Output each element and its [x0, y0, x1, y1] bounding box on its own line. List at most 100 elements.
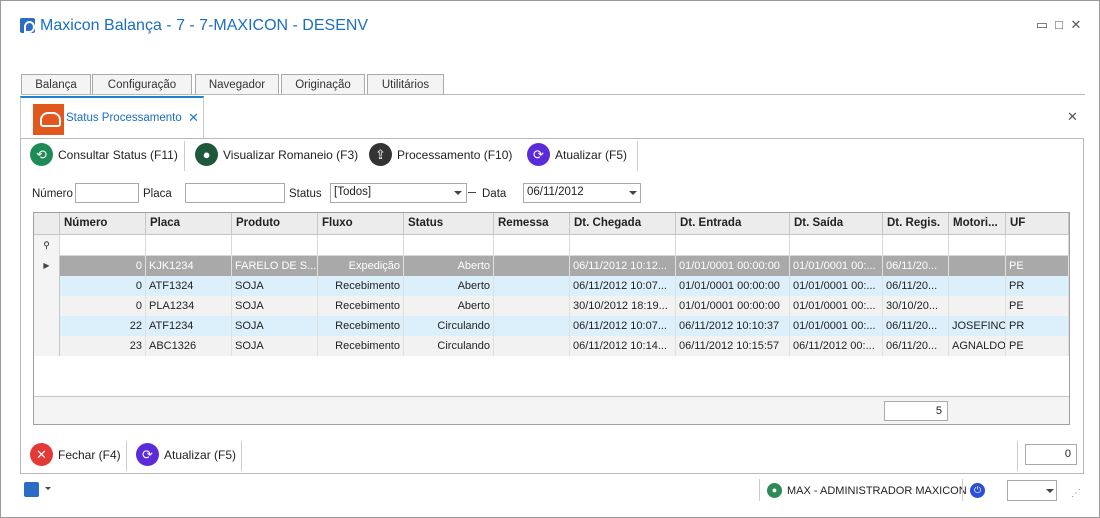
cell-remessa[interactable]: [494, 336, 570, 356]
table-row[interactable]: 22 ATF1234 SOJA Recebimento Circulando 0…: [34, 316, 1069, 336]
cell-fluxo[interactable]: Recebimento: [318, 316, 404, 336]
filter-cell[interactable]: [790, 235, 883, 256]
visualizar-romaneio-button[interactable]: ● Visualizar Romaneio (F3): [195, 143, 359, 169]
processamento-button[interactable]: ⇪ Processamento (F10): [369, 143, 515, 169]
cell-numero[interactable]: 0: [60, 276, 146, 296]
power-icon[interactable]: ⏻: [970, 483, 985, 498]
numero-input[interactable]: [75, 183, 139, 203]
cell-dt-chegada[interactable]: 06/11/2012 10:12...: [570, 256, 676, 276]
table-row[interactable]: 23 ABC1326 SOJA Recebimento Circulando 0…: [34, 336, 1069, 356]
cell-motorista[interactable]: [949, 296, 1006, 316]
cell-dt-chegada[interactable]: 06/11/2012 10:07...: [570, 276, 676, 296]
cell-numero[interactable]: 22: [60, 316, 146, 336]
filter-cell[interactable]: [676, 235, 790, 256]
cell-status[interactable]: Circulando: [404, 316, 494, 336]
cell-uf[interactable]: PR: [1006, 316, 1069, 336]
column-header-fluxo[interactable]: Fluxo: [318, 213, 404, 235]
cell-status[interactable]: Aberto: [404, 276, 494, 296]
cell-remessa[interactable]: [494, 276, 570, 296]
cell-dt-saida[interactable]: 01/01/0001 00:...: [790, 256, 883, 276]
column-header-motorista[interactable]: Motori...: [949, 213, 1006, 235]
cell-dt-regis[interactable]: 06/11/20...: [883, 276, 949, 296]
cell-dt-chegada[interactable]: 06/11/2012 10:07...: [570, 316, 676, 336]
minimize-button[interactable]: ▭: [1034, 17, 1050, 33]
cell-fluxo[interactable]: Expedição: [318, 256, 404, 276]
cell-remessa[interactable]: [494, 316, 570, 336]
column-header-remessa[interactable]: Remessa: [494, 213, 570, 235]
column-header-dt-chegada[interactable]: Dt. Chegada: [570, 213, 676, 235]
placa-input[interactable]: [185, 183, 285, 203]
cell-dt-regis[interactable]: 06/11/20...: [883, 316, 949, 336]
cell-dt-entrada[interactable]: 01/01/0001 00:00:00: [676, 296, 790, 316]
cell-dt-entrada[interactable]: 01/01/0001 00:00:00: [676, 276, 790, 296]
cell-dt-entrada[interactable]: 06/11/2012 10:15:57: [676, 336, 790, 356]
cell-dt-regis[interactable]: 06/11/20...: [883, 256, 949, 276]
column-header-dt-saida[interactable]: Dt. Saída: [790, 213, 883, 235]
column-header-status[interactable]: Status: [404, 213, 494, 235]
cell-motorista[interactable]: AGNALDO: [949, 336, 1006, 356]
column-header-placa[interactable]: Placa: [146, 213, 232, 235]
cell-produto[interactable]: SOJA: [232, 296, 318, 316]
cell-placa[interactable]: ATF1324: [146, 276, 232, 296]
cell-dt-entrada[interactable]: 01/01/0001 00:00:00: [676, 256, 790, 276]
tab-originacao[interactable]: Originação: [281, 74, 365, 95]
cell-placa[interactable]: ABC1326: [146, 336, 232, 356]
cell-numero[interactable]: 0: [60, 296, 146, 316]
cell-uf[interactable]: PE: [1006, 336, 1069, 356]
filter-cell[interactable]: [949, 235, 1006, 256]
filter-cell[interactable]: [318, 235, 404, 256]
cell-produto[interactable]: SOJA: [232, 276, 318, 296]
chevron-down-icon[interactable]: [45, 487, 51, 490]
cell-numero[interactable]: 0: [60, 256, 146, 276]
cell-uf[interactable]: PR: [1006, 276, 1069, 296]
cell-status[interactable]: Aberto: [404, 256, 494, 276]
column-header-dt-regis[interactable]: Dt. Regis.: [883, 213, 949, 235]
close-window-button[interactable]: ✕: [1068, 17, 1084, 33]
cell-produto[interactable]: SOJA: [232, 316, 318, 336]
cell-uf[interactable]: PE: [1006, 256, 1069, 276]
filter-cell[interactable]: [494, 235, 570, 256]
filter-cell[interactable]: [1006, 235, 1069, 256]
atualizar-top-button[interactable]: ⟳ Atualizar (F5): [527, 143, 631, 169]
cell-dt-chegada[interactable]: 30/10/2012 18:19...: [570, 296, 676, 316]
tab-balanca[interactable]: Balança: [21, 74, 91, 95]
cell-dt-regis[interactable]: 30/10/20...: [883, 296, 949, 316]
column-header-uf[interactable]: UF: [1006, 213, 1069, 235]
app-logo-icon[interactable]: [20, 18, 35, 33]
consultar-status-button[interactable]: ⟲ Consultar Status (F11): [30, 143, 180, 169]
cell-dt-saida[interactable]: 01/01/0001 00:...: [790, 316, 883, 336]
cell-placa[interactable]: PLA1234: [146, 296, 232, 316]
tab-configuracao[interactable]: Configuração: [92, 74, 192, 95]
close-tab-button[interactable]: ✕: [188, 110, 199, 126]
close-panel-button[interactable]: ✕: [1067, 109, 1078, 125]
filter-cell[interactable]: [60, 235, 146, 256]
table-row[interactable]: 0 ATF1324 SOJA Recebimento Aberto 06/11/…: [34, 276, 1069, 296]
cell-remessa[interactable]: [494, 296, 570, 316]
resize-grip-icon[interactable]: ⋰: [1071, 488, 1081, 499]
column-header-numero[interactable]: Número: [60, 213, 146, 235]
cell-motorista[interactable]: [949, 256, 1006, 276]
column-header-produto[interactable]: Produto: [232, 213, 318, 235]
tab-utilitarios[interactable]: Utilitários: [367, 74, 444, 95]
cell-dt-entrada[interactable]: 06/11/2012 10:10:37: [676, 316, 790, 336]
filter-cell[interactable]: [232, 235, 318, 256]
filter-cell[interactable]: [883, 235, 949, 256]
table-row[interactable]: 0 PLA1234 SOJA Recebimento Aberto 30/10/…: [34, 296, 1069, 316]
atualizar-bottom-button[interactable]: ⟳ Atualizar (F5): [136, 443, 236, 469]
status-combo[interactable]: [1007, 480, 1057, 501]
cell-dt-saida[interactable]: 06/11/2012 00:...: [790, 336, 883, 356]
filter-cell[interactable]: [404, 235, 494, 256]
cell-dt-regis[interactable]: 06/11/20...: [883, 336, 949, 356]
filter-cell[interactable]: [570, 235, 676, 256]
table-row[interactable]: ▶ 0 KJK1234 FARELO DE S... Expedição Abe…: [34, 256, 1069, 276]
cell-produto[interactable]: SOJA: [232, 336, 318, 356]
tab-navegador[interactable]: Navegador: [195, 74, 279, 95]
document-tab-status-processamento[interactable]: Status Processamento ✕: [20, 96, 204, 138]
cell-fluxo[interactable]: Recebimento: [318, 336, 404, 356]
cell-dt-saida[interactable]: 01/01/0001 00:...: [790, 276, 883, 296]
column-header-dt-entrada[interactable]: Dt. Entrada: [676, 213, 790, 235]
cell-motorista[interactable]: [949, 276, 1006, 296]
cell-remessa[interactable]: [494, 256, 570, 276]
cell-placa[interactable]: KJK1234: [146, 256, 232, 276]
cell-uf[interactable]: PE: [1006, 296, 1069, 316]
